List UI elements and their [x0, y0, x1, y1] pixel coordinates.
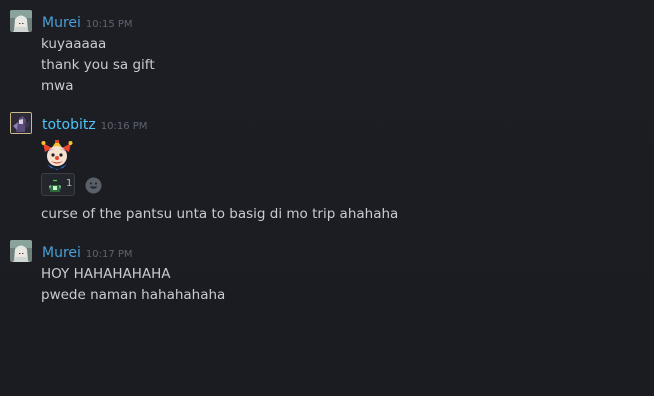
message-text: HOY HAHAHAHAHA [41, 266, 171, 282]
timestamp: 10:15 PM [85, 19, 133, 30]
reaction-button[interactable]: 1 [41, 173, 75, 196]
smiley-face-icon[interactable] [85, 177, 102, 194]
timestamp: 10:17 PM [85, 249, 133, 260]
author-name[interactable]: Murei [42, 245, 81, 261]
white-haired-character-avatar-icon [10, 10, 32, 32]
dark-character-avatar-icon [10, 112, 32, 134]
message-text: kuyaaaaa [41, 36, 107, 52]
timestamp: 10:16 PM [100, 121, 148, 132]
white-haired-character-avatar-icon [10, 240, 32, 262]
green-figure-emoticon-icon [46, 176, 64, 194]
message-header: Murei 10:15 PM [42, 12, 133, 31]
author-name[interactable]: totobitz [42, 117, 96, 133]
reaction-count: 1 [66, 178, 73, 189]
message-text: mwa [41, 78, 74, 94]
message-text: thank you sa gift [41, 57, 155, 73]
author-name[interactable]: Murei [42, 15, 81, 31]
message-text: curse of the pantsu unta to basig di mo … [41, 206, 399, 222]
avatar[interactable] [10, 10, 32, 32]
message-header: Murei 10:17 PM [42, 242, 133, 261]
avatar[interactable] [10, 240, 32, 262]
message-text: pwede naman hahahahaha [41, 287, 226, 303]
avatar[interactable] [10, 112, 32, 134]
chat-log: Murei 10:15 PM kuyaaaaa thank you sa gift… [0, 0, 654, 396]
message-header: totobitz 10:16 PM [42, 114, 147, 133]
jester-emoticon-icon [41, 139, 73, 170]
